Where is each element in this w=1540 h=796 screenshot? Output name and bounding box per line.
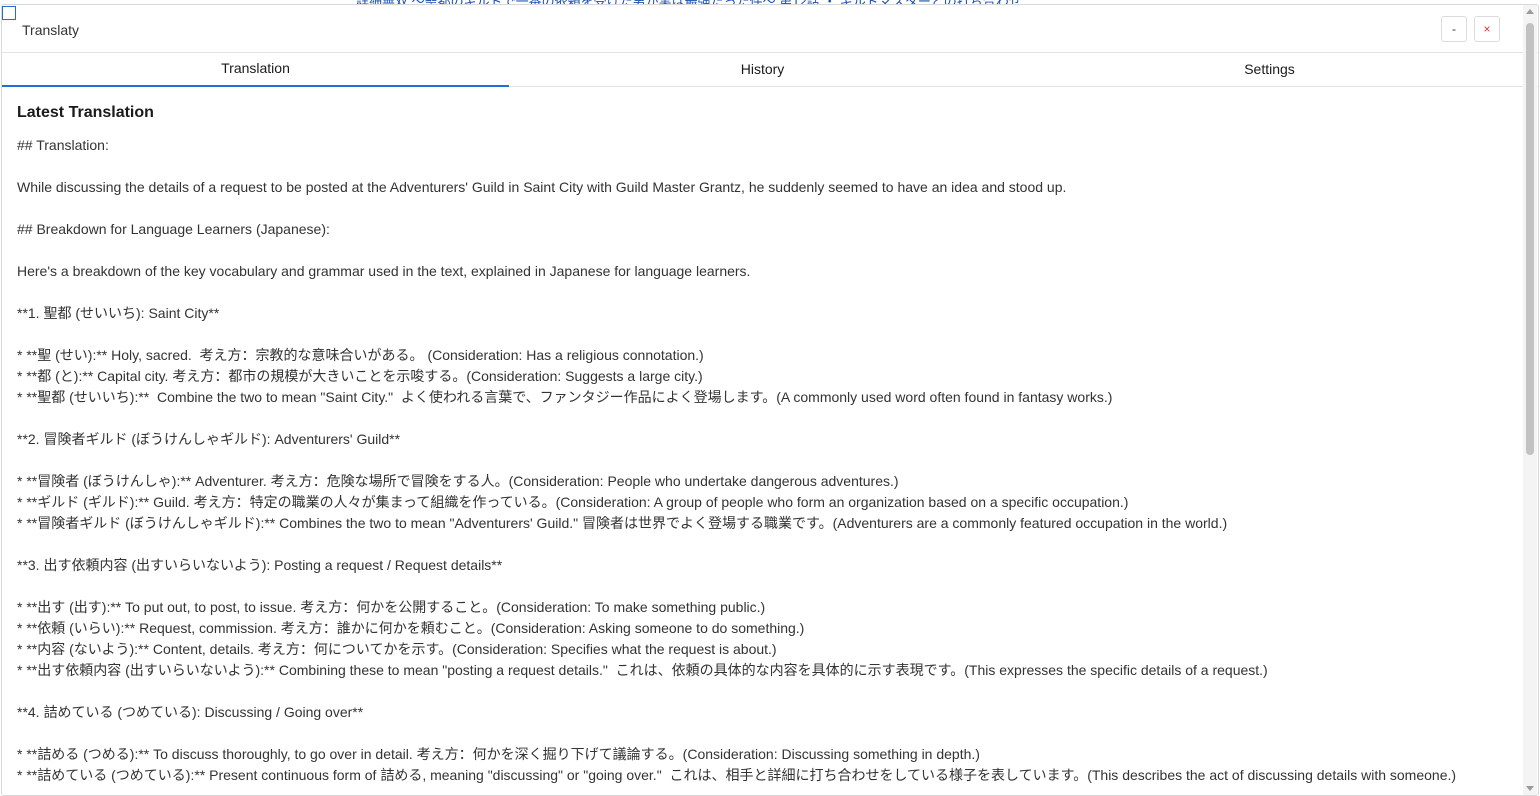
text-line [17, 681, 1507, 702]
text-line: **2. 冒険者ギルド (ぼうけんしゃギルド): Adventurers' Gu… [17, 431, 401, 447]
text-line: * **出す依頼内容 (出すいらいないよう):** Combining thes… [17, 662, 1268, 678]
minimize-button[interactable]: - [1441, 16, 1467, 42]
text-line: * **聖都 (せいいち):** Combine the two to mean… [17, 389, 1113, 405]
text-line: * **冒険者ギルド (ぼうけんしゃギルド):** Combines the t… [17, 515, 1228, 531]
tab-bar: Translation History Settings [2, 53, 1538, 87]
text-line: * **都 (と):** Capital city. 考え方：都市の規模が大きい… [17, 368, 703, 384]
text-line: * **詰めている (つめている):** Present continuous … [17, 767, 1457, 783]
text-line [17, 324, 1507, 345]
text-line: * **冒険者 (ぼうけんしゃ):** Adventurer. 考え方：危険な場… [17, 473, 899, 489]
text-line: While discussing the details of a reques… [17, 179, 1067, 195]
text-line: * **依頼 (いらい):** Request, commission. 考え方… [17, 620, 805, 636]
text-line [17, 450, 1507, 471]
tab-translation[interactable]: Translation [2, 53, 509, 87]
text-line: ## Translation: [17, 137, 109, 153]
text-line: * **詰める (つめる):** To discuss thoroughly, … [17, 746, 980, 762]
app-title: Translaty [22, 22, 80, 38]
vertical-scrollbar[interactable] [1523, 5, 1537, 795]
translation-panel: Latest Translation ## Translation: While… [2, 88, 1522, 795]
scroll-down-arrow-icon[interactable] [1526, 786, 1534, 791]
text-line [17, 408, 1507, 429]
text-line [17, 534, 1507, 555]
text-line [17, 240, 1507, 261]
text-line [17, 723, 1507, 744]
title-bar[interactable]: Translaty - × [2, 5, 1538, 53]
text-line: ## Breakdown for Language Learners (Japa… [17, 221, 330, 237]
text-line: Here's a breakdown of the key vocabulary… [17, 263, 751, 279]
tab-history[interactable]: History [509, 53, 1016, 87]
scrollbar-thumb[interactable] [1526, 23, 1534, 455]
scroll-up-arrow-icon[interactable] [1526, 9, 1534, 14]
translaty-window: Translaty - × Translation History Settin… [1, 4, 1539, 796]
close-button[interactable]: × [1474, 16, 1500, 42]
tab-settings[interactable]: Settings [1016, 53, 1523, 87]
text-line: **1. 聖都 (せいいち): Saint City** [17, 305, 220, 321]
text-line: * **出す (出す):** To put out, to post, to i… [17, 599, 766, 615]
text-line [17, 282, 1507, 303]
text-line: **3. 出す依頼内容 (出すいらいないよう): Posting a reque… [17, 557, 503, 573]
section-title: Latest Translation [17, 104, 154, 121]
translation-text: ## Translation: While discussing the det… [17, 135, 1507, 786]
background-checkbox[interactable] [2, 6, 16, 20]
text-line [17, 198, 1507, 219]
text-line: * **聖 (せい):** Holy, sacred. 考え方：宗教的な意味合い… [17, 347, 704, 363]
text-line: **4. 詰めている (つめている): Discussing / Going o… [17, 704, 364, 720]
text-line: * **ギルド (ギルド):** Guild. 考え方：特定の職業の人々が集まっ… [17, 494, 1129, 510]
text-line [17, 156, 1507, 177]
text-line [17, 576, 1507, 597]
text-line: * **内容 (ないよう):** Content, details. 考え方：何… [17, 641, 777, 657]
